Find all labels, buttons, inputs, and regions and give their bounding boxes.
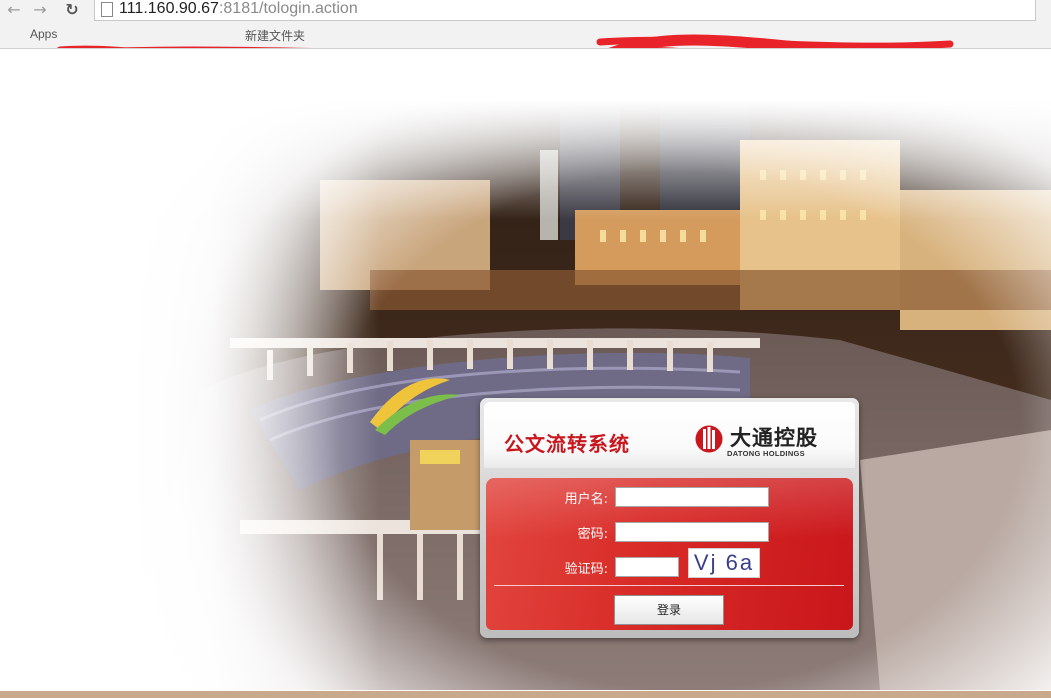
captcha-input[interactable] (615, 557, 679, 577)
login-form: 用户名: 密码: 验证码: Vj 6a 登录 (486, 478, 853, 630)
captcha-label: 验证码: (564, 562, 608, 577)
address-bar[interactable]: 111.160.90.67:8181/tologin.action (94, 0, 1036, 21)
username-label: 用户名: (564, 492, 608, 507)
login-button[interactable]: 登录 (614, 595, 724, 625)
datong-logo-icon (695, 425, 723, 453)
forward-arrow-icon[interactable]: → (30, 0, 50, 20)
page-icon (101, 2, 113, 17)
bottom-strip (0, 691, 1051, 698)
redaction-scribble (57, 34, 954, 48)
url-path: :8181/tologin.action (218, 0, 358, 17)
form-divider (494, 585, 844, 586)
username-input[interactable] (615, 487, 769, 507)
url-host: 111.160.90.67 (119, 0, 219, 17)
url-text[interactable]: 111.160.90.67:8181/tologin.action (119, 0, 358, 19)
password-label: 密码: (577, 527, 608, 542)
datong-logo: 大通控股 DATONG HOLDINGS (694, 422, 836, 460)
captcha-image[interactable]: Vj 6a (688, 548, 760, 578)
back-arrow-icon[interactable]: ← (4, 0, 24, 20)
login-header: 公文流转系统 大通控股 DATONG HOLDINGS (484, 402, 855, 468)
password-input[interactable] (615, 522, 769, 542)
login-panel: 公文流转系统 大通控股 DATONG HOLDINGS 用户名: 密码: 验证码… (480, 398, 859, 638)
system-title: 公文流转系统 (504, 432, 630, 456)
reload-icon[interactable]: ↻ (62, 0, 82, 20)
brand-name-en: DATONG HOLDINGS (727, 449, 805, 458)
brand-name-cn: 大通控股 (730, 426, 818, 450)
browser-toolbar: ← → ↻ 111.160.90.67:8181/tologin.action (0, 0, 1051, 23)
bookmarks-bar: Apps 新建文件夹 (0, 22, 1051, 49)
